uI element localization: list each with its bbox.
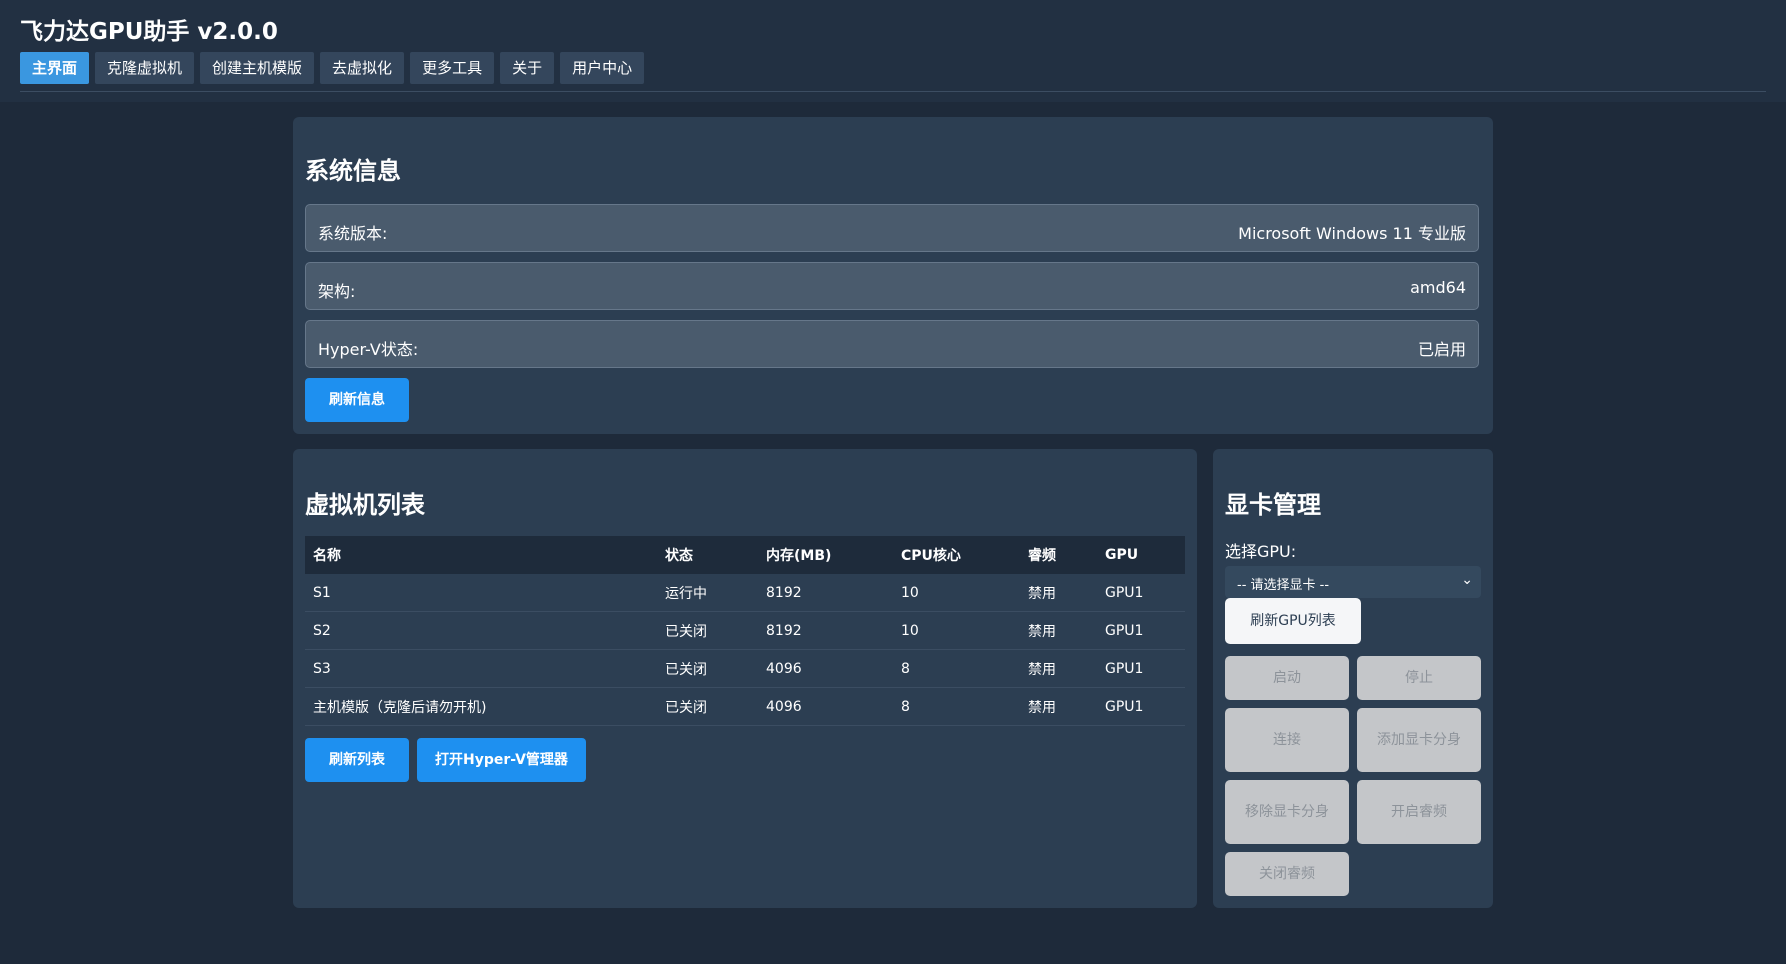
system-info-panel: 系统信息 系统版本: Microsoft Windows 11 专业版 架构: … xyxy=(293,117,1493,434)
cell-name: S2 xyxy=(305,611,657,650)
tab-create-template[interactable]: 创建主机模版 xyxy=(200,52,315,84)
column-header-cpu: CPU核心 xyxy=(893,536,1020,574)
cell-cpu: 10 xyxy=(893,574,1020,612)
cell-name: 主机模版（克隆后请勿开机) xyxy=(305,687,657,726)
cell-turbo: 禁用 xyxy=(1020,649,1097,688)
gpu-select[interactable]: -- 请选择显卡 -- ⌄ xyxy=(1225,566,1481,598)
app-header: 飞力达GPU助手 v2.0.0 主界面 克隆虚拟机 创建主机模版 去虚拟化 更多… xyxy=(0,0,1786,102)
cell-status: 已关闭 xyxy=(657,649,758,688)
cell-cpu: 8 xyxy=(893,687,1020,726)
cell-name: S1 xyxy=(305,574,657,612)
info-value: 已启用 xyxy=(1417,340,1466,359)
gpu-select-value: -- 请选择显卡 -- xyxy=(1237,578,1330,593)
cell-memory: 8192 xyxy=(758,574,893,612)
enable-turbo-button[interactable]: 开启睿频 xyxy=(1357,780,1481,844)
cell-status: 运行中 xyxy=(657,574,758,612)
refresh-gpu-list-button[interactable]: 刷新GPU列表 xyxy=(1225,598,1361,644)
column-header-status: 状态 xyxy=(657,536,758,574)
main-tabs: 主界面 克隆虚拟机 创建主机模版 去虚拟化 更多工具 关于 用户中心 xyxy=(20,52,645,84)
cell-gpu: GPU1 xyxy=(1097,611,1185,650)
vm-list-panel: 虚拟机列表 名称 状态 内存(MB) CPU核心 睿频 GPU S1 运行中 8… xyxy=(293,449,1197,908)
disable-turbo-button[interactable]: 关闭睿频 xyxy=(1225,852,1349,896)
table-row[interactable]: S1 运行中 8192 10 禁用 GPU1 xyxy=(305,574,1185,612)
refresh-info-button[interactable]: 刷新信息 xyxy=(305,378,409,422)
cell-memory: 4096 xyxy=(758,649,893,688)
column-header-turbo: 睿频 xyxy=(1020,536,1097,574)
info-label: 系统版本: xyxy=(318,224,388,243)
tab-main[interactable]: 主界面 xyxy=(20,52,90,84)
table-row[interactable]: S3 已关闭 4096 8 禁用 GPU1 xyxy=(305,649,1185,688)
info-label: 架构: xyxy=(318,282,356,301)
open-hyperv-manager-button[interactable]: 打开Hyper-V管理器 xyxy=(417,738,586,782)
header-divider xyxy=(20,91,1766,92)
column-header-gpu: GPU xyxy=(1097,536,1185,574)
cell-gpu: GPU1 xyxy=(1097,649,1185,688)
cell-gpu: GPU1 xyxy=(1097,687,1185,726)
add-gpu-partition-button[interactable]: 添加显卡分身 xyxy=(1357,708,1481,772)
cell-name: S3 xyxy=(305,649,657,688)
table-row[interactable]: 主机模版（克隆后请勿开机) 已关闭 4096 8 禁用 GPU1 xyxy=(305,687,1185,726)
connect-button[interactable]: 连接 xyxy=(1225,708,1349,772)
info-value: Microsoft Windows 11 专业版 xyxy=(1238,224,1466,243)
column-header-memory: 内存(MB) xyxy=(758,536,893,574)
column-header-name: 名称 xyxy=(305,536,657,574)
info-value: amd64 xyxy=(1410,278,1466,297)
gpu-manage-title: 显卡管理 xyxy=(1225,491,1321,519)
cell-turbo: 禁用 xyxy=(1020,611,1097,650)
start-button[interactable]: 启动 xyxy=(1225,656,1349,700)
tab-devirtualize[interactable]: 去虚拟化 xyxy=(320,52,405,84)
gpu-manage-panel: 显卡管理 选择GPU: -- 请选择显卡 -- ⌄ 刷新GPU列表 启动 停止 … xyxy=(1213,449,1493,908)
cell-status: 已关闭 xyxy=(657,687,758,726)
vm-table: 名称 状态 内存(MB) CPU核心 睿频 GPU S1 运行中 8192 10… xyxy=(305,536,1185,726)
tab-about[interactable]: 关于 xyxy=(500,52,555,84)
info-row-hyperv-status: Hyper-V状态: 已启用 xyxy=(305,320,1479,368)
cell-turbo: 禁用 xyxy=(1020,574,1097,612)
chevron-down-icon: ⌄ xyxy=(1461,572,1473,588)
cell-gpu: GPU1 xyxy=(1097,574,1185,612)
vm-list-title: 虚拟机列表 xyxy=(305,491,425,519)
tab-user-center[interactable]: 用户中心 xyxy=(560,52,645,84)
app-title: 飞力达GPU助手 v2.0.0 xyxy=(20,19,278,45)
tab-clone-vm[interactable]: 克隆虚拟机 xyxy=(95,52,195,84)
info-label: Hyper-V状态: xyxy=(318,340,419,359)
info-row-os-version: 系统版本: Microsoft Windows 11 专业版 xyxy=(305,204,1479,252)
stop-button[interactable]: 停止 xyxy=(1357,656,1481,700)
cell-turbo: 禁用 xyxy=(1020,687,1097,726)
system-info-title: 系统信息 xyxy=(305,157,401,185)
cell-memory: 8192 xyxy=(758,611,893,650)
cell-status: 已关闭 xyxy=(657,611,758,650)
refresh-list-button[interactable]: 刷新列表 xyxy=(305,738,409,782)
cell-memory: 4096 xyxy=(758,687,893,726)
table-row[interactable]: S2 已关闭 8192 10 禁用 GPU1 xyxy=(305,611,1185,650)
info-row-architecture: 架构: amd64 xyxy=(305,262,1479,310)
gpu-select-label: 选择GPU: xyxy=(1225,542,1297,561)
tab-more-tools[interactable]: 更多工具 xyxy=(410,52,495,84)
cell-cpu: 10 xyxy=(893,611,1020,650)
remove-gpu-partition-button[interactable]: 移除显卡分身 xyxy=(1225,780,1349,844)
table-header-row: 名称 状态 内存(MB) CPU核心 睿频 GPU xyxy=(305,536,1185,574)
cell-cpu: 8 xyxy=(893,649,1020,688)
